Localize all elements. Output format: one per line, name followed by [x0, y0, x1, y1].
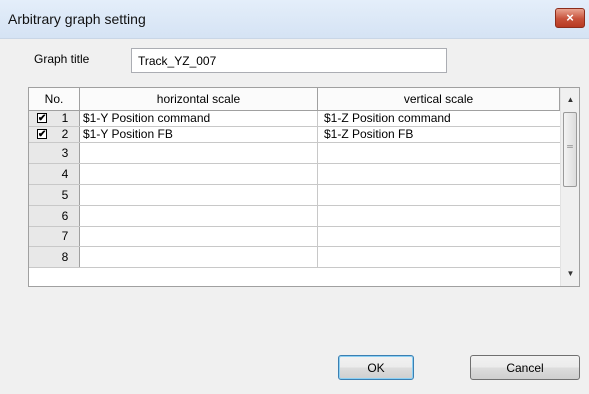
- close-button[interactable]: ×: [555, 8, 585, 28]
- vertical-scale-cell[interactable]: [318, 143, 560, 163]
- horizontal-scale-cell[interactable]: [80, 164, 318, 184]
- table-row[interactable]: ✔ 2 $1-Y Position FB $1-Z Position FB: [29, 127, 560, 143]
- horizontal-scale-cell[interactable]: [80, 185, 318, 205]
- horizontal-scale-cell[interactable]: $1-Y Position FB: [80, 127, 318, 142]
- horizontal-scale-cell[interactable]: [80, 247, 318, 267]
- header-vertical-scale: vertical scale: [318, 88, 560, 110]
- row-number: 7: [61, 229, 69, 243]
- table-row[interactable]: 3: [29, 143, 560, 164]
- arbitrary-graph-setting-dialog: Arbitrary graph setting × Graph title No…: [0, 0, 589, 394]
- row-number: 2: [61, 127, 69, 141]
- vertical-scale-cell[interactable]: [318, 164, 560, 184]
- vertical-scale-cell[interactable]: [318, 185, 560, 205]
- graph-title-label: Graph title: [34, 52, 90, 66]
- table-row[interactable]: ✔ 1 $1-Y Position command $1-Z Position …: [29, 111, 560, 127]
- vertical-scale-cell[interactable]: [318, 247, 560, 267]
- scroll-up-icon[interactable]: ▲: [561, 90, 579, 110]
- scroll-down-icon[interactable]: ▼: [561, 264, 579, 284]
- row-number-cell: 3: [29, 143, 80, 163]
- graph-title-input[interactable]: [131, 48, 447, 73]
- row-checkbox[interactable]: ✔: [37, 129, 47, 140]
- table-row[interactable]: 4: [29, 164, 560, 185]
- table-row[interactable]: 6: [29, 206, 560, 227]
- header-horizontal-scale: horizontal scale: [80, 88, 318, 110]
- table-header-row: No. horizontal scale vertical scale: [29, 88, 560, 111]
- row-checkbox[interactable]: ✔: [37, 113, 47, 124]
- title-bar: Arbitrary graph setting ×: [0, 0, 589, 39]
- row-number: 8: [61, 250, 69, 264]
- row-number-cell: 5: [29, 185, 80, 205]
- row-number: 6: [61, 209, 69, 223]
- dialog-title: Arbitrary graph setting: [8, 11, 146, 27]
- header-no: No.: [29, 88, 80, 110]
- close-icon: ×: [566, 10, 574, 25]
- row-number: 3: [61, 146, 69, 160]
- row-number-cell: 6: [29, 206, 80, 226]
- row-number-cell: 7: [29, 227, 80, 246]
- ok-button[interactable]: OK: [338, 355, 414, 380]
- row-number-cell: ✔ 2: [29, 127, 80, 142]
- horizontal-scale-cell[interactable]: [80, 206, 318, 226]
- grip-icon: ═: [567, 142, 573, 151]
- horizontal-scale-cell[interactable]: [80, 143, 318, 163]
- scale-table: No. horizontal scale vertical scale ✔ 1 …: [28, 87, 580, 287]
- cancel-button[interactable]: Cancel: [470, 355, 580, 380]
- row-number: 1: [61, 111, 69, 125]
- horizontal-scale-cell[interactable]: [80, 227, 318, 246]
- vertical-scale-cell[interactable]: $1-Z Position FB: [318, 127, 560, 142]
- row-number-cell: ✔ 1: [29, 111, 80, 126]
- row-number-cell: 4: [29, 164, 80, 184]
- row-number: 4: [61, 167, 69, 181]
- vertical-scale-cell[interactable]: [318, 227, 560, 246]
- vertical-scale-cell[interactable]: [318, 206, 560, 226]
- row-number: 5: [61, 188, 69, 202]
- row-number-cell: 8: [29, 247, 80, 267]
- scrollbar-thumb[interactable]: ═: [563, 112, 577, 187]
- table-row[interactable]: 8: [29, 247, 560, 268]
- horizontal-scale-cell[interactable]: $1-Y Position command: [80, 111, 318, 126]
- vertical-scrollbar[interactable]: ▲ ═ ▼: [560, 88, 579, 286]
- table-row[interactable]: 5: [29, 185, 560, 206]
- vertical-scale-cell[interactable]: $1-Z Position command: [318, 111, 560, 126]
- table-row[interactable]: 7: [29, 227, 560, 247]
